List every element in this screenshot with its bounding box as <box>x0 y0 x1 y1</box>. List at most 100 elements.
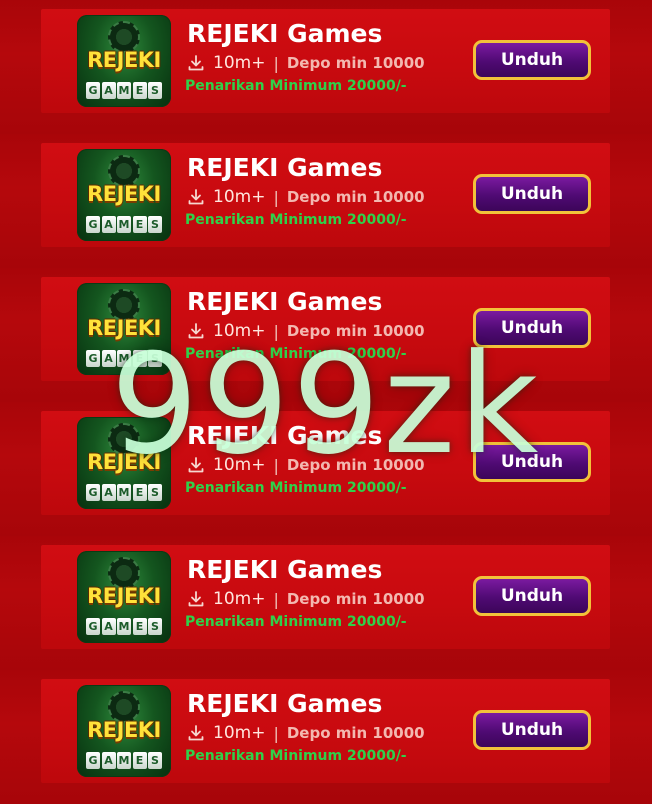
app-meta: 10m+ | Depo min 10000 <box>187 588 425 610</box>
app-title[interactable]: REJEKI Games <box>187 421 382 450</box>
logo-word: REJEKI <box>87 584 161 608</box>
app-meta: 10m+ | Depo min 10000 <box>187 454 425 476</box>
logo-subtitle: G A M E S <box>86 752 162 769</box>
deposit-minimum: Depo min 10000 <box>286 322 425 340</box>
logo-word: REJEKI <box>87 48 161 72</box>
download-button[interactable]: Unduh <box>473 40 591 80</box>
deposit-minimum: Depo min 10000 <box>286 724 425 742</box>
logo-subtitle: G A M E S <box>86 350 162 367</box>
rejeki-games-logo-icon[interactable]: REJEKI G A M E S <box>77 417 171 509</box>
logo-letter: A <box>101 350 116 367</box>
download-button[interactable]: Unduh <box>473 576 591 616</box>
logo-letter: S <box>148 82 162 99</box>
download-button[interactable]: Unduh <box>473 442 591 482</box>
app-card: REJEKI G A M E S REJEKI Games 10m+ | Dep… <box>41 679 610 783</box>
logo-letter: G <box>86 216 100 233</box>
withdraw-minimum: Penarikan Minimum 20000/- <box>185 480 407 496</box>
download-icon <box>188 55 204 71</box>
withdraw-minimum: Penarikan Minimum 20000/- <box>185 614 407 630</box>
app-title[interactable]: REJEKI Games <box>187 555 382 584</box>
app-title[interactable]: REJEKI Games <box>187 153 382 182</box>
logo-letter: M <box>117 484 131 501</box>
logo-subtitle: G A M E S <box>86 216 162 233</box>
deposit-minimum: Depo min 10000 <box>286 590 425 608</box>
logo-letter: G <box>86 82 100 99</box>
app-card: REJEKI G A M E S REJEKI Games 10m+ | Dep… <box>41 545 610 649</box>
download-count: 10m+ <box>213 723 266 743</box>
download-icon <box>188 725 204 741</box>
logo-letter: E <box>132 484 147 501</box>
meta-separator: | <box>273 455 279 475</box>
download-icon <box>188 457 204 473</box>
app-title[interactable]: REJEKI Games <box>187 19 382 48</box>
download-icon <box>188 189 204 205</box>
deposit-minimum: Depo min 10000 <box>286 188 425 206</box>
rejeki-games-logo-icon[interactable]: REJEKI G A M E S <box>77 15 171 107</box>
logo-letter: E <box>132 350 147 367</box>
rejeki-games-logo-icon[interactable]: REJEKI G A M E S <box>77 685 171 777</box>
logo-subtitle: G A M E S <box>86 618 162 635</box>
logo-letter: A <box>101 484 116 501</box>
download-count: 10m+ <box>213 589 266 609</box>
logo-letter: M <box>117 618 131 635</box>
logo-word: REJEKI <box>87 718 161 742</box>
download-count: 10m+ <box>213 187 266 207</box>
logo-word: REJEKI <box>87 450 161 474</box>
download-count: 10m+ <box>213 455 266 475</box>
logo-letter: E <box>132 82 147 99</box>
meta-separator: | <box>273 187 279 207</box>
logo-letter: E <box>132 618 147 635</box>
withdraw-minimum: Penarikan Minimum 20000/- <box>185 346 407 362</box>
logo-letter: M <box>117 350 131 367</box>
app-meta: 10m+ | Depo min 10000 <box>187 722 425 744</box>
rejeki-games-logo-icon[interactable]: REJEKI G A M E S <box>77 149 171 241</box>
app-card: REJEKI G A M E S REJEKI Games 10m+ | Dep… <box>41 411 610 515</box>
logo-letter: E <box>132 216 147 233</box>
logo-letter: A <box>101 618 116 635</box>
deposit-minimum: Depo min 10000 <box>286 456 425 474</box>
download-button[interactable]: Unduh <box>473 308 591 348</box>
app-card: REJEKI G A M E S REJEKI Games 10m+ | Dep… <box>41 277 610 381</box>
logo-subtitle: G A M E S <box>86 82 162 99</box>
logo-letter: G <box>86 618 100 635</box>
download-count: 10m+ <box>213 53 266 73</box>
download-button[interactable]: Unduh <box>473 710 591 750</box>
logo-word: REJEKI <box>87 182 161 206</box>
app-card: REJEKI G A M E S REJEKI Games 10m+ | Dep… <box>41 143 610 247</box>
meta-separator: | <box>273 723 279 743</box>
app-meta: 10m+ | Depo min 10000 <box>187 186 425 208</box>
logo-letter: S <box>148 752 162 769</box>
app-meta: 10m+ | Depo min 10000 <box>187 320 425 342</box>
logo-word: REJEKI <box>87 316 161 340</box>
app-title[interactable]: REJEKI Games <box>187 287 382 316</box>
logo-letter: A <box>101 752 116 769</box>
download-count: 10m+ <box>213 321 266 341</box>
logo-letter: A <box>101 216 116 233</box>
deposit-minimum: Depo min 10000 <box>286 54 425 72</box>
logo-letter: S <box>148 350 162 367</box>
meta-separator: | <box>273 321 279 341</box>
withdraw-minimum: Penarikan Minimum 20000/- <box>185 212 407 228</box>
meta-separator: | <box>273 53 279 73</box>
logo-subtitle: G A M E S <box>86 484 162 501</box>
logo-letter: G <box>86 752 100 769</box>
logo-letter: S <box>148 618 162 635</box>
rejeki-games-logo-icon[interactable]: REJEKI G A M E S <box>77 551 171 643</box>
download-icon <box>188 591 204 607</box>
logo-letter: G <box>86 350 100 367</box>
rejeki-games-logo-icon[interactable]: REJEKI G A M E S <box>77 283 171 375</box>
download-icon <box>188 323 204 339</box>
meta-separator: | <box>273 589 279 609</box>
logo-letter: S <box>148 484 162 501</box>
app-meta: 10m+ | Depo min 10000 <box>187 52 425 74</box>
withdraw-minimum: Penarikan Minimum 20000/- <box>185 748 407 764</box>
app-title[interactable]: REJEKI Games <box>187 689 382 718</box>
logo-letter: A <box>101 82 116 99</box>
logo-letter: M <box>117 752 131 769</box>
withdraw-minimum: Penarikan Minimum 20000/- <box>185 78 407 94</box>
app-card: REJEKI G A M E S REJEKI Games 10m+ | Dep… <box>41 9 610 113</box>
download-button[interactable]: Unduh <box>473 174 591 214</box>
logo-letter: S <box>148 216 162 233</box>
logo-letter: M <box>117 216 131 233</box>
logo-letter: E <box>132 752 147 769</box>
